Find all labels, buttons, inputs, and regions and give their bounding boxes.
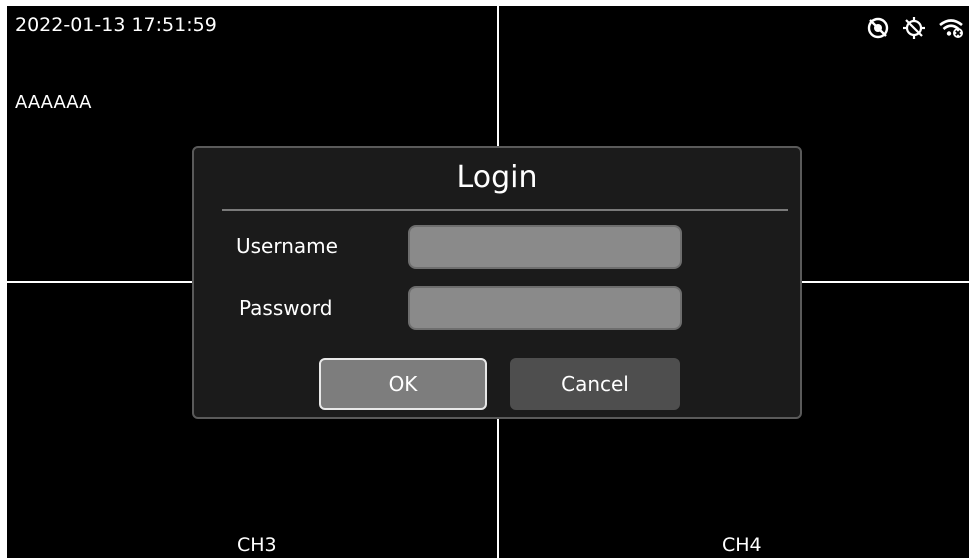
- dvr-screen: CH3 CH4 2022-01-13 17:51:59 AAAAAA Login…: [0, 0, 976, 558]
- status-icon-bar: [866, 16, 964, 40]
- dialog-title: Login: [456, 160, 538, 195]
- recording-off-icon: [866, 16, 890, 40]
- wifi-off-icon: [938, 16, 964, 40]
- gps-off-icon: [902, 16, 926, 40]
- channel-3-label: CH3: [237, 534, 277, 556]
- login-dialog: Login Username Password OK Cancel: [192, 146, 802, 419]
- channel-4-label: CH4: [722, 534, 762, 556]
- username-label: Username: [236, 234, 338, 258]
- cancel-button[interactable]: Cancel: [510, 358, 680, 410]
- dialog-divider: [222, 209, 788, 211]
- password-label: Password: [239, 296, 333, 320]
- osd-text: AAAAAA: [15, 92, 92, 113]
- password-input[interactable]: [408, 286, 682, 330]
- ok-button[interactable]: OK: [319, 358, 487, 410]
- username-input[interactable]: [408, 225, 682, 269]
- timestamp: 2022-01-13 17:51:59: [15, 14, 217, 36]
